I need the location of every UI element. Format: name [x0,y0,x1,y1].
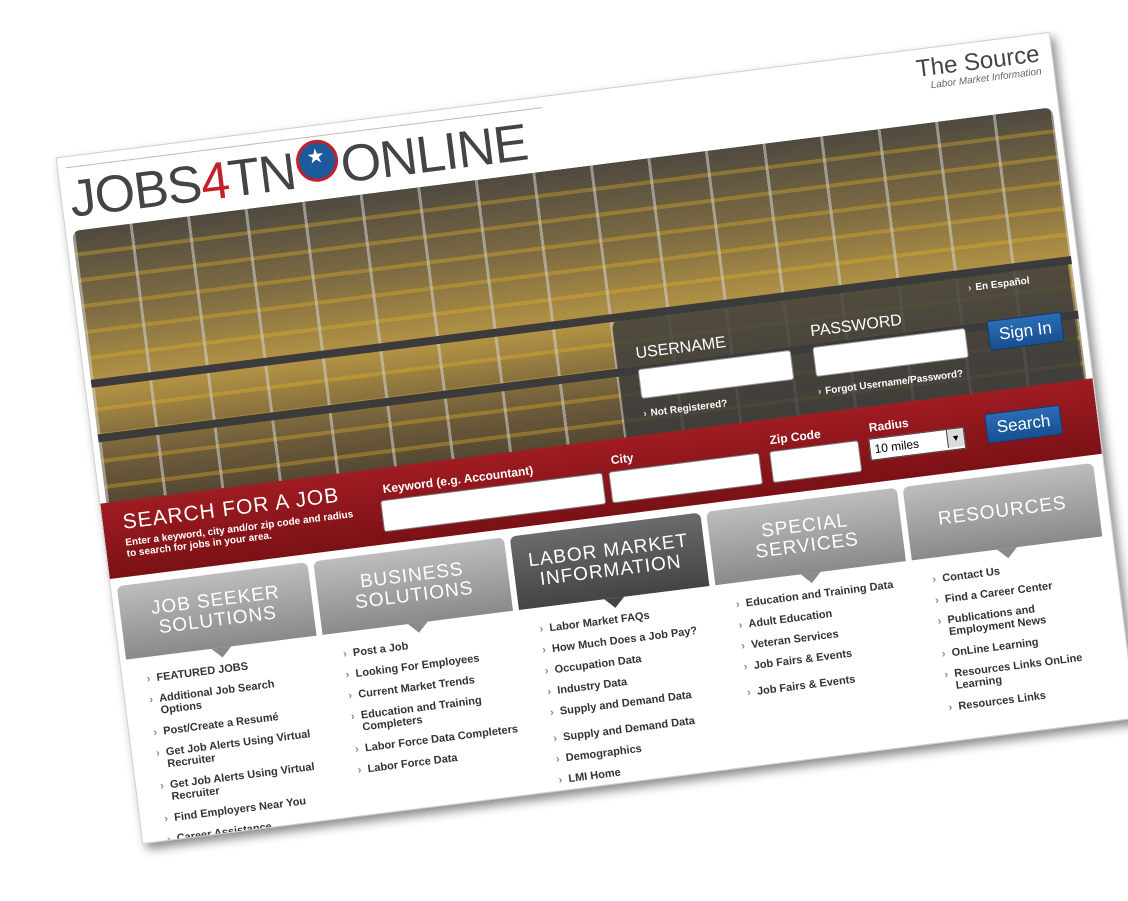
column-business: BUSINESSSOLUTIONS Post a Job Looking For… [313,537,532,787]
chevron-right-icon: › [967,282,973,295]
sign-in-button[interactable]: Sign In [986,311,1065,351]
column-labor-market: LABOR MARKETINFORMATION Labor Market FAQ… [509,512,733,798]
not-registered-link[interactable]: › Not Registered? [643,398,728,420]
chevron-right-icon: › [642,408,648,420]
zip-input[interactable] [769,440,863,484]
column-special-services: SPECIALSERVICES Education and Training D… [706,487,922,710]
tennessee-star-icon [293,137,341,185]
list-item[interactable]: Job Fairs & Events [746,666,912,699]
column-job-seeker: JOB SEEKERSOLUTIONS FEATURED JOBS Additi… [116,562,342,844]
search-button[interactable]: Search [984,404,1064,444]
zip-label: Zip Code [768,426,822,448]
chevron-right-icon: › [817,386,823,398]
logo-text-tn: TN [224,142,299,209]
radius-label: Radius [867,415,910,435]
city-label: City [610,450,635,468]
the-source-link[interactable]: The Source Labor Market Information [915,41,1043,93]
spanish-link[interactable]: › En Español [968,275,1031,294]
chevron-down-icon: ▼ [945,427,965,448]
column-resources: RESOURCES Contact Us Find a Career Cente… [902,462,1124,725]
jobs4tn-homepage: JOBS4TNONLINE The Source Labor Market In… [55,31,1128,845]
